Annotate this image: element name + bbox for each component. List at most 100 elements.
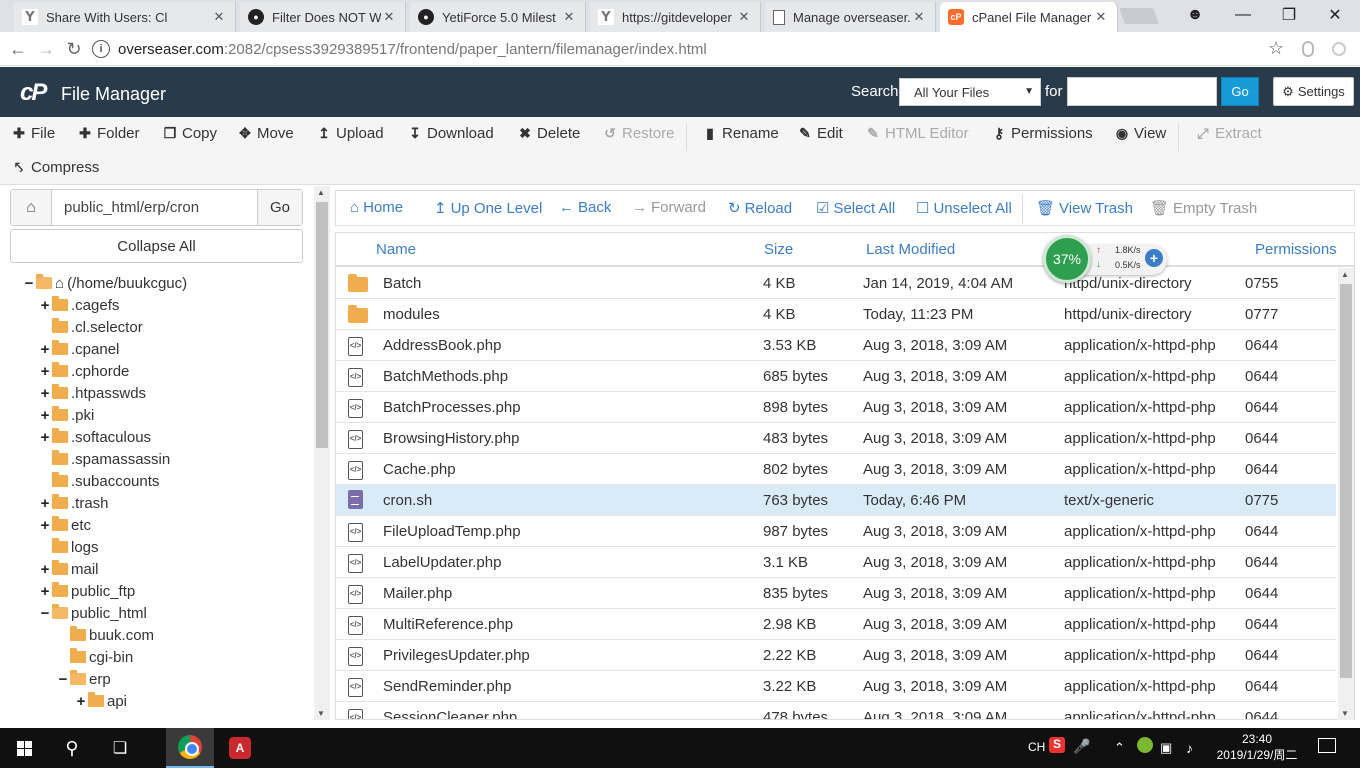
collapse-all-button[interactable]: Collapse All (10, 229, 303, 263)
table-row[interactable]: </> AddressBook.php 3.53 KB Aug 3, 2018, 3:… (336, 330, 1336, 361)
table-row[interactable]: cron.sh 763 bytes Today, 6:46 PM text/x-gen… (336, 485, 1336, 516)
tree-scrollbar[interactable]: ▲ ▼ (314, 186, 330, 720)
notification-icon[interactable] (1318, 738, 1336, 753)
tree-item[interactable]: .subaccounts (38, 470, 159, 492)
column-name[interactable]: Name (376, 241, 416, 258)
tray-app-icon[interactable] (1137, 737, 1153, 753)
start-button[interactable] (0, 728, 48, 768)
table-row[interactable]: </> MultiReference.php 2.98 KB Aug 3, 2018,… (336, 609, 1336, 640)
toolbar-upload-button[interactable]: ↥ Upload (317, 121, 383, 145)
tree-item[interactable]: + .cphorde (38, 360, 129, 382)
close-window-icon[interactable]: ✕ (1312, 0, 1358, 30)
percent-ball[interactable]: 37% (1043, 235, 1091, 283)
toolbar-view-button[interactable]: ◉ View (1115, 121, 1166, 145)
back-arrow-icon[interactable]: ← (6, 37, 30, 61)
table-row[interactable]: modules 4 KB Today, 11:23 PM httpd/unix-dir… (336, 299, 1336, 330)
table-row[interactable]: </> BrowsingHistory.php 483 bytes Aug 3, 20… (336, 423, 1336, 454)
url-field[interactable]: i overseaser.com:2082/cpsess3929389517/f… (92, 36, 1292, 62)
tree-item[interactable]: .cl.selector (38, 316, 143, 338)
tree-item[interactable]: + .trash (38, 492, 109, 514)
expand-icon[interactable]: + (38, 583, 52, 600)
column-permissions[interactable]: Permissions (1255, 241, 1337, 258)
scroll-up-icon[interactable]: ▲ (317, 188, 325, 197)
network-speed-widget[interactable]: 37% ↑ 1.8K/s ↓ 0.5K/s + (1043, 235, 1169, 283)
browser-tab[interactable]: cP cPanel File Manager ✕ (940, 2, 1118, 32)
tree-item[interactable]: + .htpasswds (38, 382, 146, 404)
table-row[interactable]: </> PrivilegesUpdater.php 2.22 KB Aug 3, 20… (336, 640, 1336, 671)
nav-reload-button[interactable]: ↻ Reload (728, 199, 792, 218)
nav-select-all-button[interactable]: ☑ Select All (816, 199, 895, 218)
path-input[interactable]: public_html/erp/cron (52, 190, 257, 225)
tree-item[interactable]: + .cagefs (38, 294, 119, 316)
bookmark-star-icon[interactable]: ☆ (1268, 38, 1284, 59)
toolbar-delete-button[interactable]: ✖ Delete (518, 121, 580, 145)
reload-icon[interactable]: ↻ (62, 37, 86, 61)
tree-item[interactable]: − public_html (38, 602, 147, 624)
microphone-icon[interactable]: 🎤 (1073, 738, 1090, 755)
tree-item[interactable]: + .softaculous (38, 426, 151, 448)
nav-up-one-level-button[interactable]: ↥ Up One Level (434, 199, 542, 218)
tree-item[interactable]: − ⌂ (/home/buukcguc) (22, 272, 187, 294)
expand-icon[interactable]: + (38, 429, 52, 446)
toolbar-extract-button[interactable]: ⤢ Extract (1196, 121, 1261, 145)
new-tab-button[interactable] (1119, 8, 1159, 24)
nav-forward-button[interactable]: → Forward (632, 199, 706, 216)
close-tab-icon[interactable]: ✕ (911, 9, 927, 25)
tree-item[interactable]: + .pki (38, 404, 94, 426)
table-row[interactable]: </> BatchProcesses.php 898 bytes Aug 3, 201… (336, 392, 1336, 423)
path-go-button[interactable]: Go (257, 190, 302, 225)
toolbar-restore-button[interactable]: ↺ Restore (603, 121, 674, 145)
toolbar-html-editor-button[interactable]: ✎ HTML Editor (866, 121, 969, 145)
restore-icon[interactable]: ❐ (1266, 0, 1312, 30)
expand-icon[interactable]: + (38, 561, 52, 578)
expand-icon[interactable]: + (38, 407, 52, 424)
cpanel-logo[interactable]: cP (20, 79, 47, 107)
browser-tab[interactable]: Yhttps://gitdeveloper ✕ (590, 2, 761, 32)
browser-tab[interactable]: Manage overseaser. ✕ (765, 2, 936, 32)
tree-item[interactable]: + mail (38, 558, 99, 580)
collapse-icon[interactable]: − (38, 605, 52, 622)
scroll-down-icon[interactable]: ▼ (1341, 709, 1349, 718)
expand-icon[interactable]: + (38, 385, 52, 402)
close-tab-icon[interactable]: ✕ (1093, 9, 1109, 25)
browser-tab[interactable]: ● YetiForce 5.0 Milest ✕ (410, 2, 586, 32)
tree-item[interactable]: + .cpanel (38, 338, 119, 360)
minimize-icon[interactable]: — (1220, 0, 1266, 30)
toolbar-edit-button[interactable]: ✎ Edit (798, 121, 843, 145)
tree-item[interactable]: logs (38, 536, 99, 558)
toolbar-copy-button[interactable]: ❐ Copy (163, 121, 217, 145)
table-row[interactable]: </> SendReminder.php 3.22 KB Aug 3, 2018, 3… (336, 671, 1336, 702)
tree-item[interactable]: + public_ftp (38, 580, 135, 602)
nav-view-trash-button[interactable]: 🗑 View Trash (1036, 199, 1133, 218)
site-info-icon[interactable]: i (92, 40, 110, 58)
table-row[interactable]: </> SessionCleaner.php 478 bytes Aug 3, 201… (336, 702, 1336, 719)
column-last-modified[interactable]: Last Modified (866, 241, 955, 258)
expand-icon[interactable]: + (38, 363, 52, 380)
tree-item[interactable]: buuk.com (56, 624, 154, 646)
forward-arrow-icon[interactable]: → (34, 37, 58, 61)
search-icon[interactable]: ⚲ (48, 728, 96, 768)
table-row[interactable]: </> Cache.php 802 bytes Aug 3, 2018, 3:09 A… (336, 454, 1336, 485)
expand-icon[interactable]: + (38, 341, 52, 358)
taskbar-chrome[interactable] (166, 728, 214, 768)
table-row[interactable]: </> FileUploadTemp.php 987 bytes Aug 3, 201… (336, 516, 1336, 547)
search-go-button[interactable]: Go (1221, 77, 1259, 106)
nav-back-button[interactable]: ← Back (559, 199, 611, 216)
expand-icon[interactable]: + (38, 297, 52, 314)
search-scope-select[interactable]: All Your Files ▼ (899, 78, 1041, 106)
browser-tab[interactable]: Y Share With Users: Cl ✕ (14, 2, 236, 32)
collapse-icon[interactable]: − (56, 671, 70, 688)
clock[interactable]: 23:40 2019/1/29/周二 (1212, 731, 1302, 763)
scroll-thumb[interactable] (316, 202, 328, 448)
scroll-down-icon[interactable]: ▼ (317, 709, 325, 718)
taskbar-app[interactable]: A (216, 728, 264, 768)
toolbar-file-button[interactable]: ✚ File (12, 121, 55, 145)
tree-item[interactable]: + etc (38, 514, 91, 536)
table-row[interactable]: Batch 4 KB Jan 14, 2019, 4:04 AM httpd/unix… (336, 268, 1336, 299)
network-icon[interactable]: ▣ (1160, 740, 1172, 756)
task-view-icon[interactable]: ❏ (96, 728, 144, 768)
scroll-thumb[interactable] (1340, 284, 1352, 678)
nav-empty-trash-button[interactable]: 🗑 Empty Trash (1150, 199, 1257, 218)
profile-icon[interactable]: ☻ (1172, 0, 1218, 30)
table-row[interactable]: </> Mailer.php 835 bytes Aug 3, 2018, 3:09 … (336, 578, 1336, 609)
